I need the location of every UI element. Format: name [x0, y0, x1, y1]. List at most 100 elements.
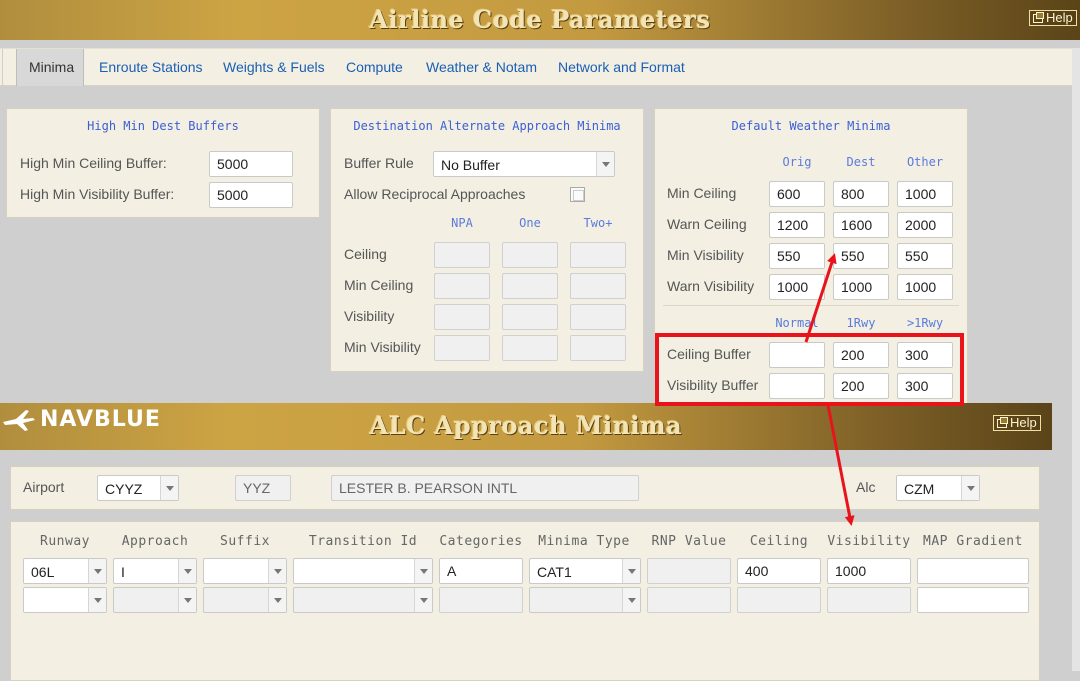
map-gradient-input[interactable]	[917, 558, 1029, 584]
highlight-box	[655, 333, 964, 406]
dest-alt-title: Destination Alternate Approach Minima	[353, 119, 621, 133]
categories-input[interactable]	[439, 587, 523, 613]
high-min-visibility-label: High Min Visibility Buffer:	[20, 186, 175, 202]
grid-header-map-gradient: MAP Gradient	[923, 534, 1023, 549]
chevron-down-icon	[414, 588, 432, 612]
wx-other-input[interactable]: 1000	[897, 274, 953, 300]
wx-row-label: Warn Ceiling	[667, 216, 747, 232]
airport-panel: Airport CYYZ YYZ LESTER B. PEARSON INTL …	[10, 466, 1040, 510]
col-dest: Dest	[846, 155, 876, 169]
grid-header-runway: Runway	[40, 534, 90, 549]
alc-value: CZM	[904, 481, 935, 497]
col-orig: Orig	[782, 155, 812, 169]
runway-select[interactable]	[23, 587, 107, 613]
wx-other-input[interactable]: 2000	[897, 212, 953, 238]
visibility-input[interactable]	[827, 587, 911, 613]
tab-network-format[interactable]: Network and Format	[546, 49, 697, 86]
dest-alt-input[interactable]	[570, 304, 626, 330]
chevron-down-icon	[88, 588, 106, 612]
transition-select[interactable]	[293, 587, 433, 613]
approach-select[interactable]: I	[113, 558, 197, 584]
airport-select[interactable]: CYYZ	[97, 475, 179, 501]
dest-alt-input[interactable]	[502, 304, 558, 330]
wx-dest-input[interactable]: 1000	[833, 274, 889, 300]
tab-compute[interactable]: Compute	[334, 49, 415, 86]
alc-label: Alc	[856, 479, 876, 495]
runway-select[interactable]: 06L	[23, 558, 107, 584]
high-min-ceiling-input[interactable]: 5000	[209, 151, 293, 177]
dest-alt-input[interactable]	[502, 242, 558, 268]
help-link-label: Help	[1010, 415, 1037, 430]
buffer-rule-label: Buffer Rule	[344, 155, 414, 171]
help-link-bottom[interactable]: Help	[993, 415, 1041, 431]
tab-weights-fuels[interactable]: Weights & Fuels	[211, 49, 337, 86]
grid-header-categories: Categories	[439, 534, 523, 549]
wx-orig-input[interactable]: 1000	[769, 274, 825, 300]
suffix-select[interactable]	[203, 558, 287, 584]
airport-value: CYYZ	[105, 481, 143, 497]
chevron-down-icon	[961, 476, 979, 500]
minima-type-select[interactable]: CAT1	[529, 558, 641, 584]
buffer-rule-select[interactable]: No Buffer	[433, 151, 615, 177]
ceiling-input[interactable]	[737, 587, 821, 613]
top-title-bar: Airline Code Parameters Help	[0, 0, 1080, 40]
dest-alt-input[interactable]	[502, 273, 558, 299]
col-other: Other	[906, 155, 944, 169]
visibility-input[interactable]: 1000	[827, 558, 911, 584]
wx-other-input[interactable]: 1000	[897, 181, 953, 207]
transition-select[interactable]	[293, 558, 433, 584]
dest-alt-input[interactable]	[434, 242, 490, 268]
chevron-down-icon	[88, 559, 106, 583]
dest-alt-row-label: Ceiling	[344, 246, 387, 262]
dest-alt-input[interactable]	[570, 273, 626, 299]
col-gt1rwy: >1Rwy	[906, 316, 944, 330]
wx-orig-input[interactable]: 1200	[769, 212, 825, 238]
dest-alt-input[interactable]	[570, 335, 626, 361]
col-1rwy: 1Rwy	[846, 316, 876, 330]
high-min-ceiling-label: High Min Ceiling Buffer:	[20, 155, 167, 171]
ceiling-input[interactable]: 400	[737, 558, 821, 584]
wx-dest-input[interactable]: 800	[833, 181, 889, 207]
airport-name-field: LESTER B. PEARSON INTL	[331, 475, 639, 501]
tab-weather-notam[interactable]: Weather & Notam	[414, 49, 549, 86]
wx-other-input[interactable]: 550	[897, 243, 953, 269]
vertical-scrollbar[interactable]	[1072, 48, 1080, 671]
approach-select[interactable]	[113, 587, 197, 613]
default-wx-title: Default Weather Minima	[731, 119, 891, 133]
dest-alt-input[interactable]	[570, 242, 626, 268]
iata-code-field: YYZ	[235, 475, 291, 501]
grid-header-minima-type: Minima Type	[538, 534, 630, 549]
wx-orig-input[interactable]: 550	[769, 243, 825, 269]
tab-minima[interactable]: Minima	[16, 49, 84, 86]
page-title: Airline Code Parameters	[369, 5, 711, 34]
rnp-value-input[interactable]	[647, 587, 731, 613]
alc-select[interactable]: CZM	[896, 475, 980, 501]
grid-header-ceiling: Ceiling	[749, 534, 809, 549]
dest-alt-input[interactable]	[434, 304, 490, 330]
high-min-panel: High Min Dest Buffers High Min Ceiling B…	[6, 108, 320, 218]
map-gradient-input[interactable]	[917, 587, 1029, 613]
plane-icon	[3, 409, 35, 431]
reciprocal-label: Allow Reciprocal Approaches	[344, 186, 526, 202]
wx-divider	[663, 305, 959, 306]
suffix-select[interactable]	[203, 587, 287, 613]
wx-orig-input[interactable]: 600	[769, 181, 825, 207]
dest-alt-input[interactable]	[434, 335, 490, 361]
wx-dest-input[interactable]: 1600	[833, 212, 889, 238]
high-min-title: High Min Dest Buffers	[87, 119, 239, 133]
high-min-visibility-input[interactable]: 5000	[209, 182, 293, 208]
minima-type-select[interactable]	[529, 587, 641, 613]
tab-enroute-stations[interactable]: Enroute Stations	[87, 49, 215, 86]
navblue-logo: NAVBLUE	[2, 407, 161, 432]
grid-header-suffix: Suffix	[220, 534, 270, 549]
dest-alt-input[interactable]	[502, 335, 558, 361]
rnp-value-input[interactable]	[647, 558, 731, 584]
wx-row-label: Warn Visibility	[667, 278, 755, 294]
categories-input[interactable]: A	[439, 558, 523, 584]
help-link-top[interactable]: Help	[1029, 10, 1077, 26]
grid-header-transition: Transition Id	[308, 534, 418, 549]
wx-dest-input[interactable]: 550	[833, 243, 889, 269]
dest-alt-input[interactable]	[434, 273, 490, 299]
reciprocal-checkbox[interactable]	[570, 187, 585, 202]
minima-type-value: CAT1	[537, 564, 572, 580]
